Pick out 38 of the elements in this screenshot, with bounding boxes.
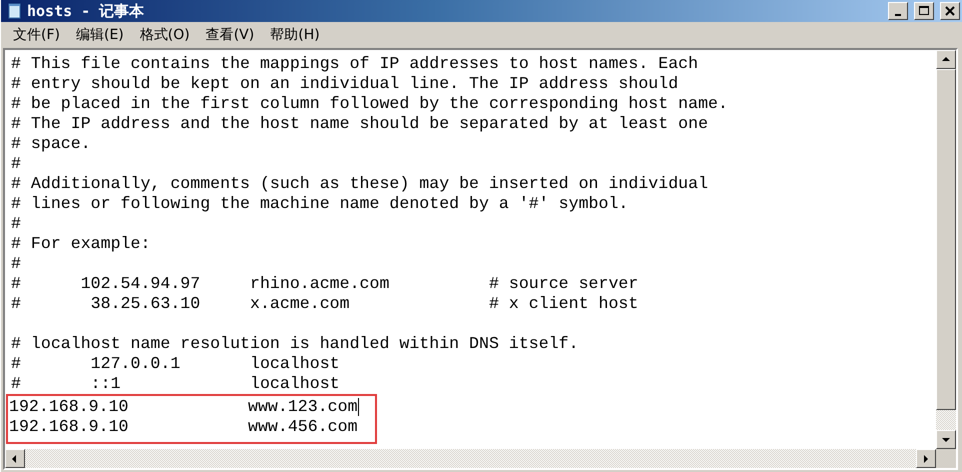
maximize-icon — [919, 6, 929, 16]
text-line: # localhost name resolution is handled within DNS itself. — [11, 334, 579, 354]
size-grip[interactable] — [936, 449, 956, 468]
close-icon — [945, 6, 955, 16]
text-line: # This file contains the mappings of IP addresses to host names. Each — [11, 54, 698, 74]
scroll-left-button[interactable] — [5, 449, 25, 468]
text-line: # be placed in the first column followed by the corresponding host name. — [11, 94, 728, 114]
scroll-up-button[interactable] — [936, 50, 956, 69]
text-line: # lines or following the machine name denoted by a '#' symbol. — [11, 194, 628, 214]
notepad-icon — [7, 3, 23, 19]
menu-item[interactable]: 帮助(H) — [262, 24, 328, 46]
scroll-right-button[interactable] — [916, 449, 936, 468]
menu-item[interactable]: 查看(V) — [198, 24, 262, 46]
menu-item[interactable]: 编辑(E) — [68, 24, 132, 46]
text-line: # — [11, 254, 21, 274]
text-line: # entry should be kept on an individual line. The IP address should — [11, 74, 678, 94]
maximize-button[interactable] — [914, 2, 934, 20]
text-line: # The IP address and the host name should be separated by at least one — [11, 114, 708, 134]
text-line: # Additionally, comments (such as these) may be inserted on individual — [11, 174, 708, 194]
text-line: # space. — [11, 134, 91, 154]
window-title: hosts - 记事本 — [27, 2, 144, 20]
scroll-down-button[interactable] — [936, 430, 956, 449]
text-editor[interactable] — [5, 50, 936, 449]
text-line: # — [11, 214, 21, 234]
text-line: 192.168.9.10 www.456.com — [9, 417, 358, 437]
text-line: # ::1 localhost — [11, 374, 340, 394]
menu-item[interactable]: 格式(O) — [132, 24, 198, 46]
text-line: # 127.0.0.1 localhost — [11, 354, 340, 374]
text-line: # 102.54.94.97 rhino.acme.com # source server — [11, 274, 638, 294]
text-line: # 38.25.63.10 x.acme.com # x client host — [11, 294, 638, 314]
text-line: 192.168.9.10 www.123.com — [9, 397, 358, 417]
text-line: # For example: — [11, 234, 150, 254]
menu-item[interactable]: 文件(F) — [5, 24, 68, 46]
minimize-icon — [895, 14, 901, 16]
minimize-button[interactable] — [888, 2, 908, 20]
close-button[interactable] — [940, 2, 960, 20]
text-line: # — [11, 154, 21, 174]
horizontal-scrollbar[interactable] — [5, 449, 956, 468]
